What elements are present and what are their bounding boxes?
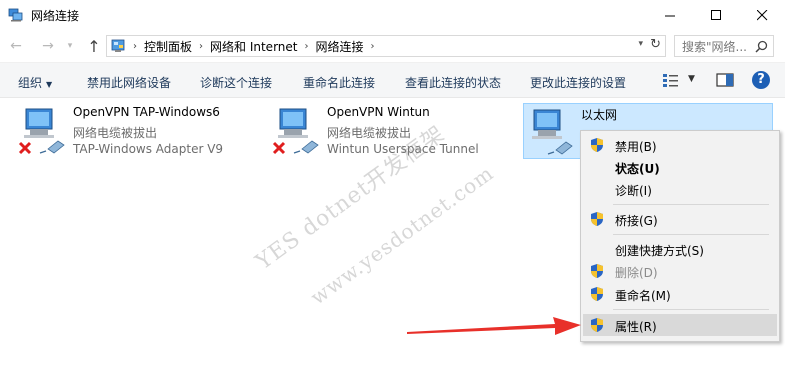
- maximize-icon: [710, 9, 721, 20]
- menu-item-label: 状态(U): [615, 162, 660, 176]
- preview-pane-icon[interactable]: [716, 72, 734, 88]
- breadcrumb-separator-icon[interactable]: ›: [304, 41, 308, 52]
- forward-arrow-icon[interactable]: →: [38, 37, 58, 55]
- maximize-button[interactable]: [693, 0, 739, 30]
- disable-device-button[interactable]: 禁用此网络设备: [87, 74, 171, 91]
- breadcrumb: › 控制面板 › 网络和 Internet › 网络连接 ›: [128, 38, 382, 55]
- breadcrumb-item[interactable]: 网络连接: [315, 38, 363, 55]
- network-connections-window: 网络连接 ← → ▾ ↑ › 控制面板 › 网络和 Internet › 网络连…: [0, 0, 785, 373]
- connection-name: OpenVPN Wintun: [327, 105, 430, 119]
- menu-item-disable[interactable]: 禁用(B): [581, 134, 779, 156]
- network-adapter-icon: [532, 109, 573, 155]
- menu-separator: [613, 309, 769, 310]
- minimize-button[interactable]: [647, 0, 693, 30]
- control-panel-icon: [111, 39, 125, 52]
- uac-shield-icon: [591, 318, 603, 332]
- up-arrow-icon[interactable]: ↑: [84, 37, 104, 56]
- menu-item-delete: 删除(D): [581, 260, 779, 282]
- uac-shield-icon: [591, 264, 603, 278]
- breadcrumb-separator-icon[interactable]: ›: [133, 41, 137, 52]
- view-status-button[interactable]: 查看此连接的状态: [405, 74, 501, 91]
- minimize-icon: [664, 15, 675, 16]
- menu-item-rename[interactable]: 重命名(M): [581, 283, 779, 305]
- breadcrumb-item[interactable]: 网络和 Internet: [210, 38, 297, 55]
- context-menu: 禁用(B) 状态(U) 诊断(I) 桥接(G) 创建快捷方式(S) 删除(D): [580, 130, 780, 342]
- chevron-down-icon: ▼: [46, 80, 53, 89]
- menu-item-label: 属性(R): [615, 320, 657, 334]
- window-title: 网络连接: [31, 9, 80, 23]
- connection-adapter: TAP-Windows Adapter V9: [73, 142, 224, 156]
- network-adapter-disconnected-icon: [18, 108, 65, 155]
- connection-item[interactable]: OpenVPN TAP-Windows6 网络电缆被拔出 TAP-Windows…: [16, 103, 256, 159]
- menu-item-label: 诊断(I): [615, 184, 652, 198]
- view-options-chevron-icon[interactable]: ▼: [688, 74, 695, 84]
- breadcrumb-separator-icon[interactable]: ›: [371, 41, 375, 52]
- navigation-bar: ← → ▾ ↑ › 控制面板 › 网络和 Internet › 网络连接 › ▾…: [0, 31, 785, 61]
- search-input[interactable]: 搜索"网络...: [674, 35, 774, 57]
- menu-item-create-shortcut[interactable]: 创建快捷方式(S): [581, 238, 779, 260]
- organize-button[interactable]: 组织 ▼: [18, 74, 52, 91]
- network-connections-icon: [8, 8, 23, 22]
- organize-label: 组织: [18, 76, 43, 90]
- refresh-icon[interactable]: ↻: [650, 37, 661, 52]
- back-arrow-icon[interactable]: ←: [6, 37, 26, 55]
- menu-separator: [613, 204, 769, 205]
- menu-item-label: 桥接(G): [615, 214, 658, 228]
- uac-shield-icon: [591, 138, 603, 152]
- watermark-url: www.yesdotnet.com: [306, 160, 499, 310]
- breadcrumb-separator-icon[interactable]: ›: [199, 41, 203, 52]
- menu-item-properties[interactable]: 属性(R): [583, 314, 777, 336]
- menu-item-label: 禁用(B): [615, 140, 657, 154]
- command-bar: 组织 ▼ 禁用此网络设备 诊断这个连接 重命名此连接 查看此连接的状态 更改此连接…: [0, 62, 785, 98]
- menu-separator: [613, 234, 769, 235]
- connection-name: 以太网: [581, 108, 618, 122]
- network-adapter-disconnected-icon: [272, 108, 319, 155]
- change-settings-button[interactable]: 更改此连接的设置: [530, 74, 626, 91]
- address-history-chevron-icon[interactable]: ▾: [638, 39, 643, 49]
- breadcrumb-item[interactable]: 控制面板: [144, 38, 192, 55]
- title-bar: 网络连接: [0, 0, 785, 30]
- close-icon: [756, 9, 767, 20]
- menu-item-label: 删除(D): [615, 266, 658, 280]
- connection-status: 网络电缆被拔出: [73, 126, 158, 140]
- connection-status: 网络电缆被拔出: [327, 126, 412, 140]
- connection-name: OpenVPN TAP-Windows6: [73, 105, 220, 119]
- address-bar[interactable]: › 控制面板 › 网络和 Internet › 网络连接 › ▾ ↻: [106, 35, 666, 57]
- menu-item-label: 创建快捷方式(S): [615, 244, 704, 258]
- rename-button[interactable]: 重命名此连接: [303, 74, 375, 91]
- view-options-icon[interactable]: [662, 72, 680, 88]
- help-icon[interactable]: ?: [752, 71, 770, 89]
- uac-shield-icon: [591, 212, 603, 226]
- search-icon[interactable]: [755, 40, 768, 53]
- menu-item-bridge[interactable]: 桥接(G): [581, 208, 779, 230]
- uac-shield-icon: [591, 287, 603, 301]
- recent-locations-chevron-icon[interactable]: ▾: [60, 37, 80, 55]
- search-placeholder: 搜索"网络...: [682, 39, 747, 54]
- annotation-arrow-icon: [407, 317, 581, 335]
- menu-item-diagnose[interactable]: 诊断(I): [581, 178, 779, 200]
- diagnose-button[interactable]: 诊断这个连接: [200, 74, 272, 91]
- close-button[interactable]: [739, 0, 785, 30]
- menu-item-status[interactable]: 状态(U): [581, 156, 779, 178]
- menu-item-label: 重命名(M): [615, 289, 671, 303]
